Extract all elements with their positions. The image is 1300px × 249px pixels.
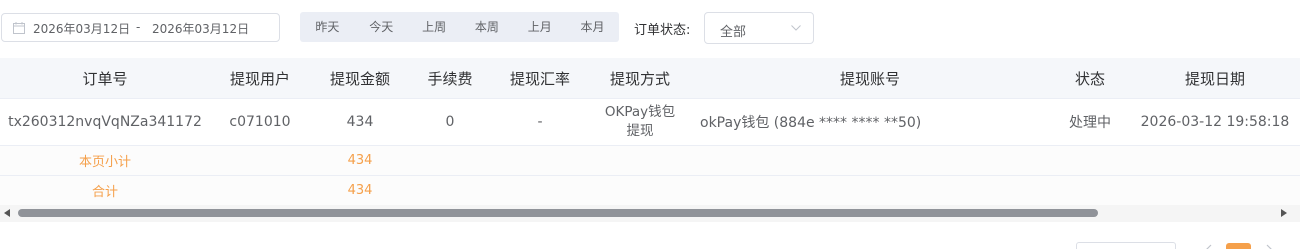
table-row: tx260312nvqVqNZa341172 c071010 434 0 - O…	[0, 99, 1300, 146]
chevron-right-icon[interactable]	[1264, 244, 1274, 249]
chevron-left-icon[interactable]	[1204, 244, 1214, 249]
page-subtotal-amount: 434	[347, 153, 373, 168]
filter-bar: 2026年03月12日 - 2026年03月12日 昨天 今天 上周 本周 上月…	[0, 0, 1300, 58]
total-amount: 434	[347, 183, 373, 198]
order-status-select[interactable]: 全部	[704, 12, 814, 44]
column-header-status: 状态	[1074, 69, 1105, 88]
column-header-user: 提现用户	[229, 69, 290, 88]
date-cell: 2026-03-12 19:58:18	[1140, 114, 1290, 130]
column-header-amount: 提现金额	[329, 69, 390, 88]
calendar-icon	[13, 22, 25, 34]
date-end-input[interactable]: 2026年03月12日	[152, 20, 249, 37]
scrollbar-thumb[interactable]	[18, 209, 1098, 217]
status-cell: 处理中	[1069, 115, 1111, 131]
order-status-value: 全部	[720, 25, 747, 40]
total-label: 合计	[91, 185, 118, 200]
date-range-separator: -	[136, 20, 141, 34]
quick-range-last-month[interactable]: 上月	[513, 12, 566, 42]
amount-cell: 434	[346, 114, 374, 130]
quick-range-this-week[interactable]: 本周	[460, 12, 513, 42]
quick-range-last-week[interactable]: 上周	[408, 12, 461, 42]
user-cell: c071010	[229, 114, 291, 130]
page-subtotal-label: 本页小计	[78, 155, 131, 170]
rate-cell: -	[537, 114, 543, 130]
quick-range-this-month[interactable]: 本月	[566, 12, 619, 42]
page-size-select[interactable]	[1076, 242, 1176, 249]
current-page-button[interactable]	[1226, 243, 1251, 249]
order-no-cell: tx260312nvqVqNZa341172	[8, 114, 202, 130]
fee-cell: 0	[445, 114, 455, 130]
order-status-label: 订单状态:	[634, 23, 691, 38]
column-header-method: 提现方式	[609, 69, 670, 88]
table-header: 订单号 提现用户 提现金额 手续费 提现汇率 提现方式 提现账号 状态 提现日期	[0, 58, 1300, 99]
account-cell: okPay钱包 (884e **** **** **50)	[700, 115, 922, 131]
column-header-rate: 提现汇率	[509, 69, 570, 88]
page-subtotal-row: 本页小计 434	[0, 146, 1300, 176]
scroll-left-arrow-icon[interactable]	[4, 209, 10, 217]
column-header-account: 提现账号	[839, 69, 900, 88]
quick-range-yesterday[interactable]: 昨天	[300, 12, 355, 42]
quick-range-group: 昨天 今天 上周 本周 上月 本月	[300, 12, 619, 42]
method-cell: OKPay钱包 提现	[590, 99, 690, 145]
chevron-down-icon	[791, 25, 801, 31]
column-header-fee: 手续费	[427, 69, 473, 88]
date-range-picker[interactable]: 2026年03月12日 - 2026年03月12日	[1, 13, 280, 42]
column-header-date: 提现日期	[1184, 69, 1245, 88]
column-header-order-no: 订单号	[82, 69, 128, 88]
quick-range-today[interactable]: 今天	[355, 12, 408, 42]
scroll-right-arrow-icon[interactable]	[1281, 209, 1287, 217]
total-row: 合计 434	[0, 176, 1300, 206]
horizontal-scrollbar[interactable]	[0, 205, 1300, 222]
method-name: OKPay钱包	[604, 104, 676, 120]
method-type: 提现	[626, 123, 654, 139]
date-start-input[interactable]: 2026年03月12日	[33, 20, 130, 37]
withdrawal-table: 订单号 提现用户 提现金额 手续费 提现汇率 提现方式 提现账号 状态 提现日期…	[0, 58, 1300, 206]
